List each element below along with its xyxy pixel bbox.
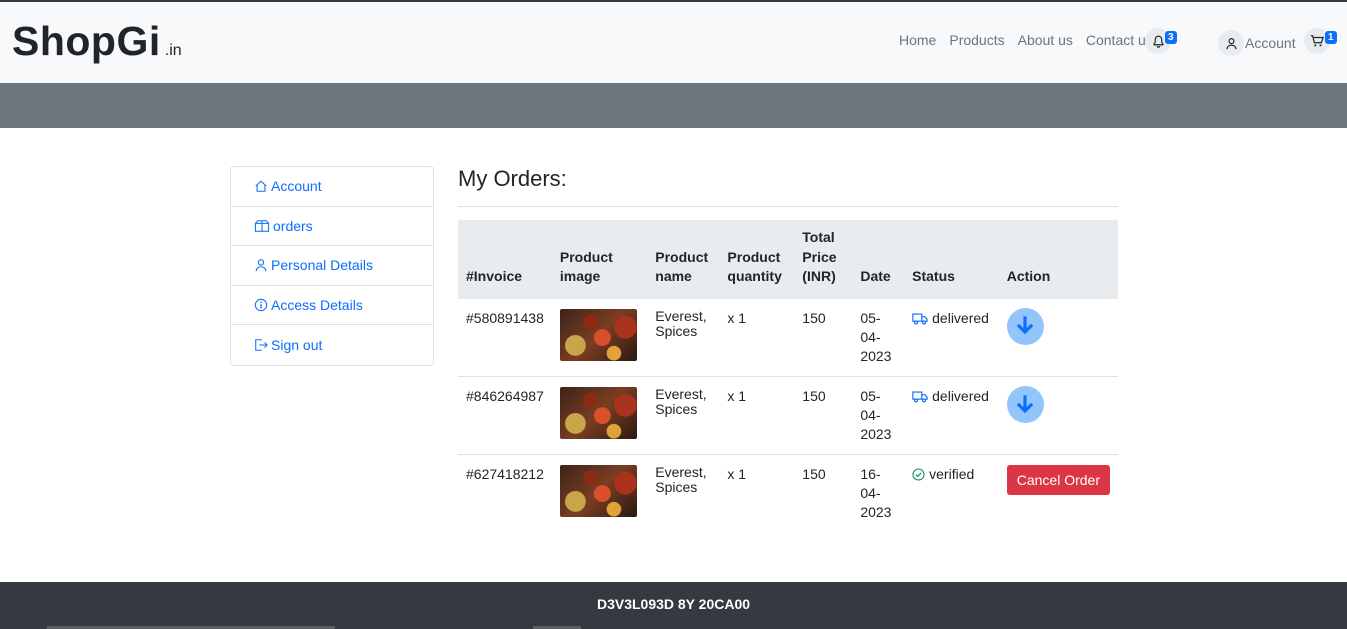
nav-link-contact[interactable]: Contact us (1086, 32, 1153, 48)
cart-badge: 1 (1325, 31, 1337, 44)
nav-link-home[interactable]: Home (899, 32, 936, 48)
column-header: Product image (551, 220, 648, 299)
status-cell: delivered (904, 298, 999, 377)
table-row: #627418212 Everest, Spices x 1 150 16-04… (458, 455, 1118, 533)
column-header: Date (852, 220, 905, 299)
invoice-cell[interactable]: #627418212 (458, 455, 552, 533)
truck-icon (912, 391, 928, 403)
nav-links: Home Products About us Contact us (899, 32, 1166, 48)
column-header: Product quantity (719, 220, 795, 299)
product-image[interactable] (559, 387, 637, 439)
column-header: Action (998, 220, 1118, 299)
date-cell: 05-04-2023 (852, 298, 905, 377)
nav-link-products[interactable]: Products (949, 32, 1004, 48)
date-cell: 05-04-2023 (852, 376, 905, 455)
table-row: #580891438 Everest, Spices x 1 150 05-04… (458, 298, 1118, 377)
download-invoice-button[interactable] (1006, 386, 1044, 423)
box-icon (254, 220, 270, 232)
column-header: Status (904, 220, 999, 299)
cancel-order-button[interactable]: Cancel Order (1006, 465, 1110, 495)
sidebar-item-label: Sign out (271, 337, 323, 354)
cart-icon (1310, 35, 1324, 47)
table-header-row: #Invoice Product image Product name Prod… (458, 220, 1118, 299)
brand-logo[interactable]: ShopGi .in (12, 18, 182, 65)
quantity-cell: x 1 (727, 466, 747, 482)
account-sidebar: Account orders Personal Details Access D… (230, 166, 434, 366)
date-cell: 16-04-2023 (860, 466, 892, 520)
truck-icon (912, 312, 928, 324)
notifications-badge: 3 (1165, 31, 1177, 44)
total-cell: 150 (802, 466, 826, 482)
column-header: Total Price (INR) (794, 220, 853, 299)
bell-icon (1152, 35, 1164, 48)
product-image[interactable] (559, 465, 637, 517)
sidebar-item-orders[interactable]: orders (231, 207, 433, 247)
orders-panel: My Orders: #Invoice Product image Produc… (458, 166, 1118, 520)
quantity-cell: x 1 (719, 298, 795, 377)
product-name-cell: Everest, Spices (655, 464, 707, 495)
check-circle-icon (912, 468, 925, 481)
sidebar-item-access-details[interactable]: Access Details (231, 286, 433, 326)
sign-out-icon (255, 339, 268, 351)
info-icon (254, 298, 268, 312)
status-badge: delivered (912, 387, 991, 406)
orders-table: #Invoice Product image Product name Prod… (458, 220, 1118, 533)
status-cell: delivered (904, 376, 999, 455)
brand-tld: .in (164, 42, 182, 59)
nav-link-about[interactable]: About us (1018, 32, 1073, 48)
status-text: verified (929, 466, 975, 482)
brand-name: ShopGi (12, 18, 161, 64)
account-button[interactable] (1218, 30, 1244, 56)
product-image-cell (551, 376, 648, 455)
action-cell: Cancel Order (999, 455, 1118, 533)
sidebar-item-personal-details[interactable]: Personal Details (231, 246, 433, 286)
status-text: delivered (932, 388, 989, 404)
footer: D3V3L093D 8Y 20CA00 (0, 582, 1347, 629)
page-title: My Orders: (458, 166, 567, 191)
product-name-cell: Everest, Spices (647, 298, 720, 377)
sidebar-item-label: orders (273, 217, 313, 234)
status-cell: verified (904, 455, 999, 533)
person-icon (1225, 37, 1237, 49)
status-badge: verified (912, 465, 991, 484)
arrow-down-icon (1016, 394, 1034, 413)
total-cell: 150 (794, 376, 853, 455)
footer-credit: D3V3L093D 8Y 20CA00 (596, 596, 751, 612)
product-image[interactable] (559, 308, 637, 361)
status-badge: delivered (912, 309, 991, 328)
sidebar-item-label: Access Details (271, 297, 363, 314)
action-cell (998, 298, 1118, 377)
status-text: delivered (932, 309, 989, 326)
sidebar-item-account[interactable]: Account (231, 167, 433, 207)
home-icon (255, 180, 267, 193)
product-name-cell: Everest, Spices (647, 376, 720, 455)
quantity-cell: x 1 (719, 376, 795, 455)
column-header: #Invoice (458, 220, 552, 299)
sidebar-item-label: Account (271, 178, 322, 195)
column-header: Product name (647, 220, 720, 299)
product-image-cell (552, 455, 647, 533)
total-cell: 150 (794, 298, 853, 377)
invoice-cell[interactable]: #580891438 (458, 298, 552, 377)
account-link[interactable]: Account (1245, 35, 1296, 51)
title-divider (458, 206, 1118, 207)
action-cell (998, 376, 1118, 455)
sidebar-item-label: Personal Details (271, 257, 373, 274)
table-row: #846264987 Everest, Spices x 1 150 05-04… (458, 376, 1118, 455)
navbar: ShopGi .in Home Products About us Contac… (0, 2, 1347, 83)
download-invoice-button[interactable] (1006, 307, 1044, 345)
arrow-down-icon (1016, 316, 1034, 335)
invoice-cell[interactable]: #846264987 (458, 376, 552, 455)
product-image-cell (551, 298, 648, 377)
sidebar-item-sign-out[interactable]: Sign out (231, 325, 433, 365)
header-banner (0, 83, 1347, 128)
person-icon (255, 259, 267, 272)
